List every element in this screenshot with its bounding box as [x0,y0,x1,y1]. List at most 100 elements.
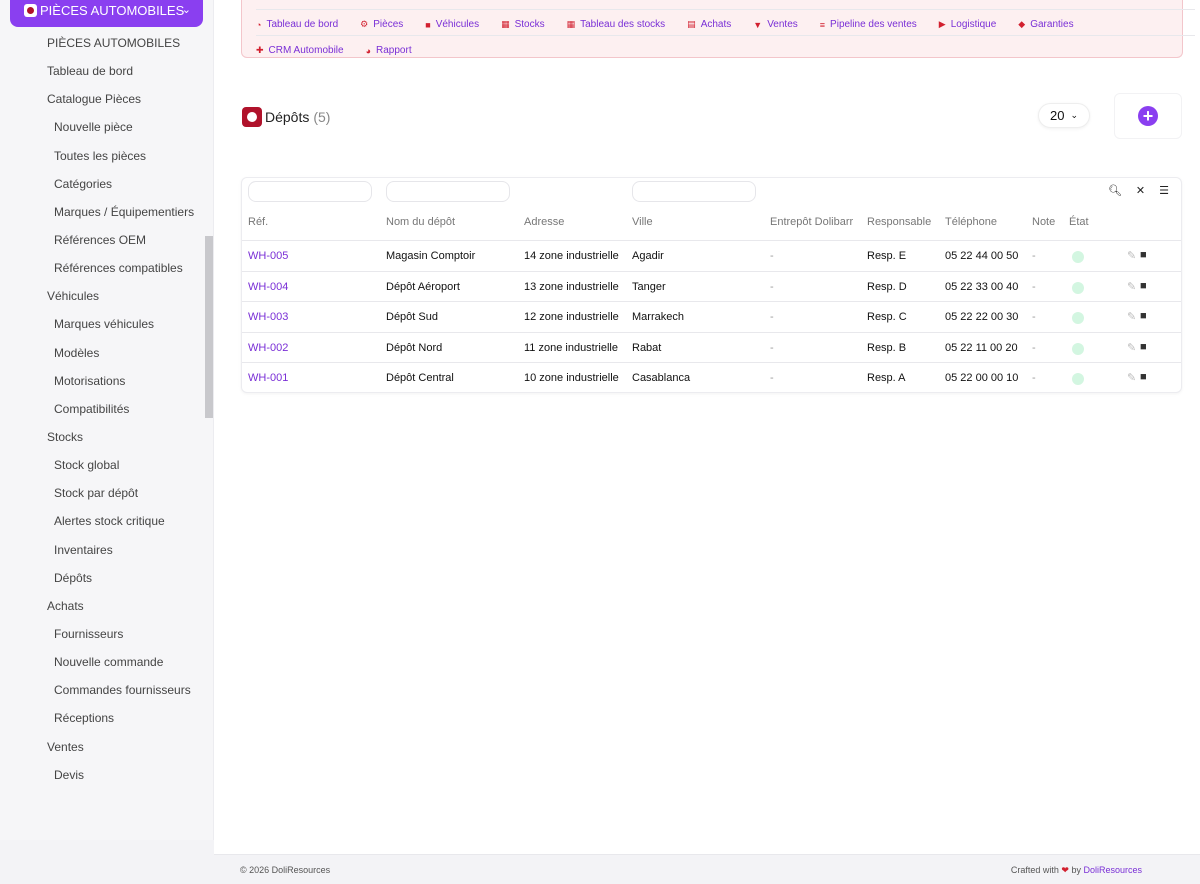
pencil-icon[interactable]: ✎ [1127,310,1136,323]
filter-city-input[interactable] [632,181,756,202]
sidebar-item[interactable]: Véhicules [0,282,204,310]
pencil-icon[interactable]: ✎ [1127,249,1136,262]
sidebar-item[interactable]: Devis [0,761,204,789]
sidebar-item[interactable]: Catalogue Pièces [0,85,204,113]
cell-manager: Resp. C [867,311,907,324]
cell-name: Dépôt Central [386,372,454,385]
sidebar-item[interactable]: Nouvelle commande [0,648,204,676]
column-header-note[interactable]: Note [1032,216,1055,228]
cell-city: Casablanca [632,372,691,385]
table-row[interactable]: WH-004 Dépôt Aéroport 13 zone industrielle… [242,270,1181,302]
sidebar-item[interactable]: Catégories [0,170,204,198]
sidebar-item-label: Fournisseurs [54,627,124,642]
column-header-city[interactable]: Ville [632,216,653,228]
sidebar-item[interactable]: Références OEM [0,226,204,254]
sidebar-item[interactable]: Motorisations [0,367,204,395]
sidebar-item[interactable]: Stock global [0,451,204,479]
table-row[interactable]: WH-005 Magasin Comptoir 14 zone industriel… [242,240,1181,271]
footer: © 2026 DoliResources Crafted with ❤ by D… [214,854,1200,884]
sidebar-item-label: Ventes [47,739,84,754]
column-header-warehouse[interactable]: Entrepôt Dolibarr [770,216,853,228]
clear-filter-icon[interactable]: ✕ [1136,184,1145,197]
sidebar-item[interactable]: Inventaires [0,536,204,564]
table-row[interactable]: WH-001 Dépôt Central 10 zone industrielle C… [242,362,1181,393]
sidebar-item-label: Commandes fournisseurs [54,683,191,698]
sidebar-item[interactable]: Fournisseurs [0,620,204,648]
sidebar-item[interactable]: Achats [0,592,204,620]
cell-manager: Resp. E [867,250,907,262]
add-depot-button[interactable]: + [1138,106,1158,126]
column-header-ref[interactable]: Réf. [248,216,268,228]
sidebar-item[interactable]: Marques / Équipementiers [0,198,204,226]
sidebar-item-label: Catalogue Pièces [47,92,142,107]
column-header-phone[interactable]: Téléphone [945,216,997,228]
module-selector-button[interactable]: PIÈCES AUTOMOBILES ⌄ [10,0,203,27]
table-row[interactable]: WH-002 Dépôt Nord 11 zone industrielle Raba… [242,331,1181,363]
sidebar-item-label: Catégories [54,176,113,191]
cell-address: 12 zone industrielle [524,311,619,324]
warehouse-module-icon [242,107,262,127]
sidebar-item[interactable]: Tableau de bord [0,57,204,85]
sidebar-item[interactable]: Compatibilités [0,395,204,423]
cart-icon: ▼ [753,19,763,30]
top-menu-link[interactable]: ◕ Rapport [366,36,412,66]
trash-icon[interactable]: ■ [1140,371,1147,383]
sidebar-item[interactable]: Dépôts [0,564,204,592]
sidebar-nav: PIÈCES AUTOMOBILES Tableau de bord Catalog… [0,29,204,789]
filter-ref-input[interactable] [248,181,372,202]
column-header-name[interactable]: Nom du dépôt [386,216,455,228]
footer-brand-link[interactable]: DoliResources [1083,865,1142,875]
column-list-icon[interactable]: ☰ [1159,184,1169,197]
sidebar-item[interactable]: Nouvelle pièce [0,113,204,141]
sidebar-item[interactable]: Commandes fournisseurs [0,676,204,704]
sidebar-item-label: Marques / Équipementiers [54,204,195,219]
top-menu-row-2: ✚ CRM Automobile ◕ Rapport [256,35,1195,66]
sidebar-item[interactable]: PIÈCES AUTOMOBILES [0,29,204,57]
cell-ref[interactable]: WH-003 [248,311,288,323]
cell-ref[interactable]: WH-002 [248,342,288,354]
page-size-select[interactable]: 20 ⌄ [1038,103,1090,128]
cell-ref[interactable]: WH-004 [248,281,288,293]
pencil-icon[interactable]: ✎ [1127,371,1136,384]
filter-name-input[interactable] [386,181,510,202]
sidebar-item-label: Achats [47,598,84,613]
pencil-icon[interactable]: ✎ [1127,280,1136,293]
page-header: Dépôts (5) [242,107,330,127]
sidebar-item[interactable]: Modèles [0,339,204,367]
cell-manager: Resp. D [867,280,907,293]
sidebar-item[interactable]: Références compatibles [0,254,204,282]
trash-icon[interactable]: ■ [1140,341,1147,353]
sidebar-item-label: Nouvelle pièce [54,120,133,135]
cell-ref[interactable]: WH-001 [248,372,288,384]
search-icon[interactable]: 🔍︎ [1108,184,1122,197]
shield-icon: ◆ [1018,19,1026,30]
column-header-manager[interactable]: Responsable [867,216,931,228]
footer-by-text: by [1071,865,1081,875]
sidebar-scrollbar[interactable] [205,236,213,418]
sidebar-item-label: Modèles [54,345,100,360]
sidebar-item[interactable]: Ventes [0,733,204,761]
sidebar-item[interactable]: Stocks [0,423,204,451]
cell-ref[interactable]: WH-005 [248,250,288,262]
trash-icon[interactable]: ■ [1140,280,1147,292]
add-button-container: + [1114,93,1182,139]
pencil-icon[interactable]: ✎ [1127,341,1136,354]
status-dot [1072,342,1084,355]
trash-icon[interactable]: ■ [1140,310,1147,322]
gauge-icon: ◔ [256,19,262,30]
top-menu: ◔ Tableau de bord ⚙ Pièces ■ Véhicules ▦ Stocks… [241,0,1195,58]
table-row[interactable]: WH-003 Dépôt Sud 12 zone industrielle Marra… [242,301,1181,332]
sidebar-item[interactable]: Alertes stock critique [0,507,204,535]
column-header-address[interactable]: Adresse [524,216,564,228]
trash-icon[interactable]: ■ [1140,249,1147,261]
top-menu-link[interactable]: ✚ CRM Automobile [256,36,344,66]
module-label: PIÈCES AUTOMOBILES [40,3,185,18]
sidebar-item[interactable]: Réceptions [0,704,204,732]
sidebar-item[interactable]: Marques véhicules [0,310,204,338]
sidebar-item[interactable]: Toutes les pièces [0,142,204,170]
cell-note: - [1032,250,1036,262]
column-header-state[interactable]: État [1069,216,1089,228]
sidebar-item[interactable]: Stock par dépôt [0,479,204,507]
top-menu-label: Garanties [1030,19,1074,31]
sidebar-item-label: Devis [54,767,85,782]
